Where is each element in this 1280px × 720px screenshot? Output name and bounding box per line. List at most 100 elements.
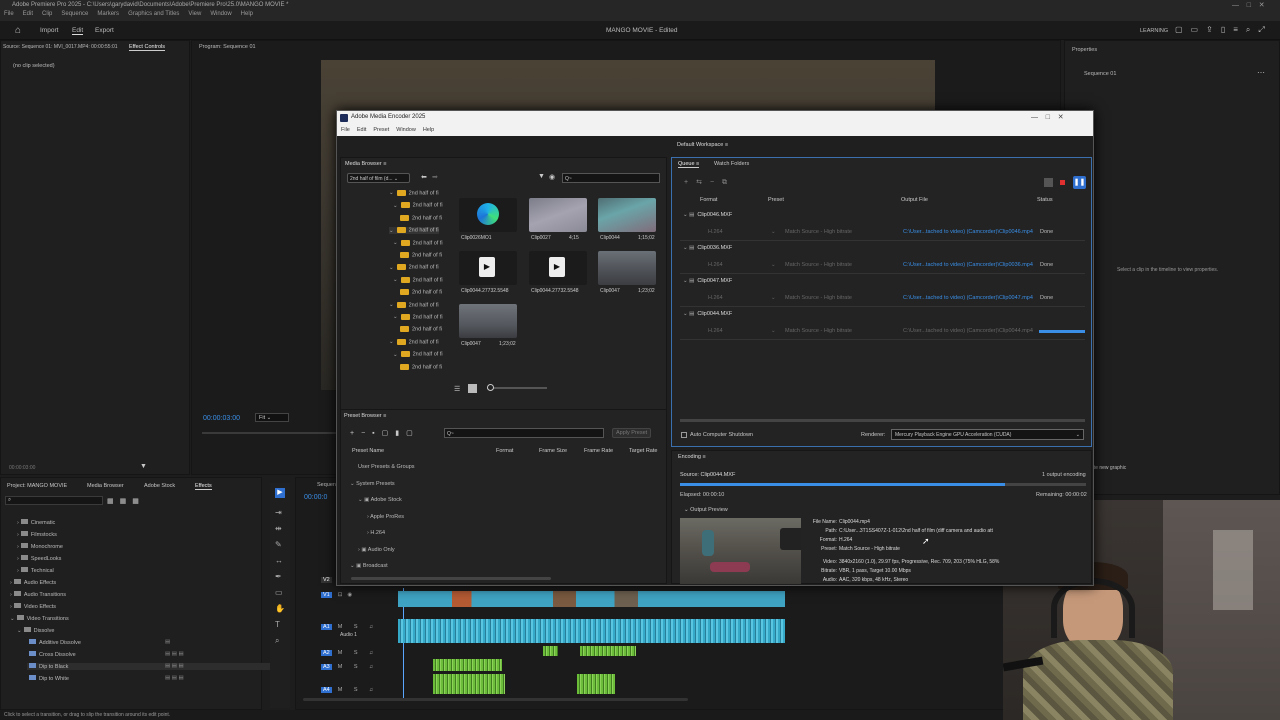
track-label[interactable]: A2 bbox=[321, 650, 332, 656]
media-search-input[interactable]: Q~ bbox=[562, 173, 660, 183]
folder-row[interactable]: ⌄ 2nd half of fi bbox=[393, 351, 443, 358]
queue-column-header[interactable]: Preset bbox=[768, 197, 784, 203]
ame-menu-edit[interactable]: Edit bbox=[357, 127, 366, 136]
menu-item-graphics-and-titles[interactable]: Graphics and Titles bbox=[128, 11, 179, 21]
effects-item[interactable]: › Technical bbox=[17, 567, 54, 574]
preset-column-header[interactable]: Preset Name bbox=[352, 448, 384, 454]
home-icon[interactable]: ⌂ bbox=[15, 25, 21, 36]
folder-row[interactable]: 2nd half of fi bbox=[397, 252, 442, 258]
back-arrow-icon[interactable]: ⬅ bbox=[421, 173, 427, 181]
forward-arrow-icon[interactable]: ➡ bbox=[432, 173, 438, 181]
menu-item-file[interactable]: File bbox=[4, 11, 14, 21]
effects-item[interactable]: › SpeedLooks bbox=[17, 555, 61, 562]
track-toggle-icons[interactable]: ⊡◉ bbox=[338, 592, 357, 598]
eye-icon[interactable]: ◉ bbox=[549, 173, 555, 181]
create-graphic[interactable]: ate new graphic bbox=[1091, 465, 1126, 471]
folder-row[interactable]: ⌄ 2nd half of fi bbox=[389, 338, 439, 345]
track-toggle-icons[interactable]: M S ♫ bbox=[338, 687, 378, 693]
folder-row[interactable]: ⌄ 2nd half of fi bbox=[389, 190, 439, 196]
chevron-icon[interactable]: ⌄ bbox=[393, 314, 398, 320]
thumb-size-knob[interactable] bbox=[487, 384, 494, 391]
preset-row[interactable]: User Presets & Groups bbox=[358, 464, 415, 470]
menu-item-sequence[interactable]: Sequence bbox=[61, 11, 88, 21]
media-browser-tab[interactable]: Media Browser ≡ bbox=[345, 161, 386, 167]
more-icon[interactable]: ⋯ bbox=[1257, 68, 1265, 77]
queue-scrollbar[interactable] bbox=[680, 419, 1085, 422]
stop-icon[interactable] bbox=[1044, 178, 1053, 187]
preset-column-header[interactable]: Frame Rate bbox=[584, 448, 613, 454]
folder-row[interactable]: 2nd half of fi bbox=[397, 289, 442, 296]
effects-item[interactable]: Additive Dissolve ▤ bbox=[27, 639, 170, 646]
preset-column-header[interactable]: Frame Size bbox=[539, 448, 567, 454]
chevron-icon[interactable]: › bbox=[10, 580, 12, 586]
tab-queue[interactable]: Queue ≡ bbox=[678, 161, 700, 168]
encoding-tab[interactable]: Encoding ≡ bbox=[678, 454, 706, 460]
chevron-icon[interactable]: › bbox=[17, 544, 19, 550]
tab-media-browser[interactable]: Media Browser bbox=[87, 483, 124, 489]
thumb-size-slider[interactable] bbox=[487, 384, 547, 391]
a1-audio-clip[interactable] bbox=[398, 619, 785, 643]
fit-select[interactable]: Fit ⌄ bbox=[255, 413, 289, 422]
bin-icons[interactable]: ▦▦▦ bbox=[107, 497, 145, 505]
list-view-icon[interactable]: ☰ bbox=[454, 385, 460, 393]
queue-preset-arrow-icon[interactable]: ⌄ bbox=[771, 229, 776, 235]
chevron-icon[interactable]: ⌄ ▣ bbox=[358, 497, 371, 503]
queue-format[interactable]: H.264 bbox=[708, 262, 723, 268]
menu-item-edit[interactable]: Edit bbox=[23, 11, 33, 21]
auto-shutdown-checkbox[interactable] bbox=[681, 432, 687, 438]
ame-menu-help[interactable]: Help bbox=[423, 127, 434, 136]
preset-row[interactable]: ⌄ System Presets bbox=[350, 481, 395, 487]
chevron-icon[interactable]: ⌄ bbox=[389, 228, 394, 234]
queue-preset[interactable]: Match Source - High bitrate bbox=[785, 328, 852, 334]
output-preview-toggle[interactable]: ⌄ Output Preview bbox=[684, 507, 728, 513]
media-thumbnail[interactable] bbox=[598, 198, 656, 232]
media-thumbnail[interactable]: ▶ bbox=[459, 251, 517, 285]
tab-effect-controls[interactable]: Effect Controls bbox=[129, 44, 165, 51]
effects-item[interactable]: › Filmstocks bbox=[17, 531, 57, 538]
queue-output-file[interactable]: C:\User...tached to video) (Camcorder)\C… bbox=[903, 262, 1033, 268]
chevron-icon[interactable]: › bbox=[17, 532, 19, 538]
media-thumbnail[interactable] bbox=[598, 251, 656, 285]
preset-row[interactable]: › ▣ Audio Only bbox=[358, 547, 395, 553]
effects-item[interactable]: ⌄ Video Transitions bbox=[10, 615, 69, 622]
preset-row[interactable]: › Apple ProRes bbox=[367, 514, 404, 520]
tool-icons[interactable]: ⇥ ⇹ ✎ ↔ ✒ ▭ ✋ T ⌕ bbox=[275, 505, 285, 649]
folder-row[interactable]: ⌄ 2nd half of fi bbox=[393, 314, 443, 320]
tab-edit[interactable]: Edit bbox=[72, 27, 84, 35]
queue-column-header[interactable]: Format bbox=[700, 197, 717, 203]
effects-item[interactable]: › Audio Effects bbox=[10, 579, 56, 586]
chevron-icon[interactable]: › bbox=[17, 520, 19, 526]
a2-audio-clip-2[interactable] bbox=[580, 646, 636, 656]
track-label[interactable]: A3 bbox=[321, 664, 332, 670]
v1-clip-strip[interactable] bbox=[398, 591, 785, 607]
chevron-icon[interactable]: ⌄ ▣ bbox=[350, 563, 363, 569]
track-label[interactable]: A4 bbox=[321, 687, 332, 693]
folder-row[interactable]: ⌄ 2nd half of fi bbox=[393, 239, 443, 246]
properties-tab[interactable]: Properties bbox=[1072, 47, 1097, 53]
chevron-icon[interactable]: ⌄ bbox=[389, 265, 394, 271]
queue-item-header[interactable]: ⌄ ▤ Clip0044.MXF bbox=[683, 311, 732, 317]
folder-select[interactable]: 2nd half of film (d... ⌄ bbox=[347, 173, 410, 183]
a4-audio-clip-1[interactable] bbox=[433, 674, 505, 694]
queue-preset[interactable]: Match Source - High bitrate bbox=[785, 229, 852, 235]
chevron-icon[interactable]: ⌄ ▤ bbox=[683, 311, 694, 317]
effects-item[interactable]: Cross Dissolve ▤ ▤ ▤ bbox=[27, 651, 184, 658]
preset-toolbar-icons[interactable]: +−▪▢▮▢ bbox=[350, 429, 420, 437]
effects-item[interactable]: Dip to White ▤ ▤ ▤ bbox=[27, 675, 184, 682]
preset-scrollbar[interactable] bbox=[351, 577, 551, 580]
folder-row[interactable]: ⌄ 2nd half of fi bbox=[393, 202, 443, 209]
program-tab[interactable]: Program: Sequence 01 bbox=[199, 44, 256, 50]
queue-preset[interactable]: Match Source - High bitrate bbox=[785, 262, 852, 268]
queue-preset-arrow-icon[interactable]: ⌄ bbox=[771, 328, 776, 334]
queue-format[interactable]: H.264 bbox=[708, 295, 723, 301]
apply-preset-button[interactable]: Apply Preset bbox=[612, 428, 652, 438]
folder-row[interactable]: ⌄ 2nd half of fi bbox=[389, 301, 439, 308]
folder-row[interactable]: 2nd half of fi bbox=[397, 214, 442, 221]
ame-menu-preset[interactable]: Preset bbox=[373, 127, 389, 136]
queue-format[interactable]: H.264 bbox=[708, 229, 723, 235]
chevron-icon[interactable]: › bbox=[17, 568, 19, 574]
menu-item-window[interactable]: Window bbox=[210, 11, 231, 21]
timeline-tab[interactable]: Sequen bbox=[317, 482, 336, 488]
preset-row[interactable]: ⌄ ▣ Adobe Stock bbox=[358, 497, 402, 503]
filter-icon[interactable]: ▼ bbox=[140, 463, 147, 470]
